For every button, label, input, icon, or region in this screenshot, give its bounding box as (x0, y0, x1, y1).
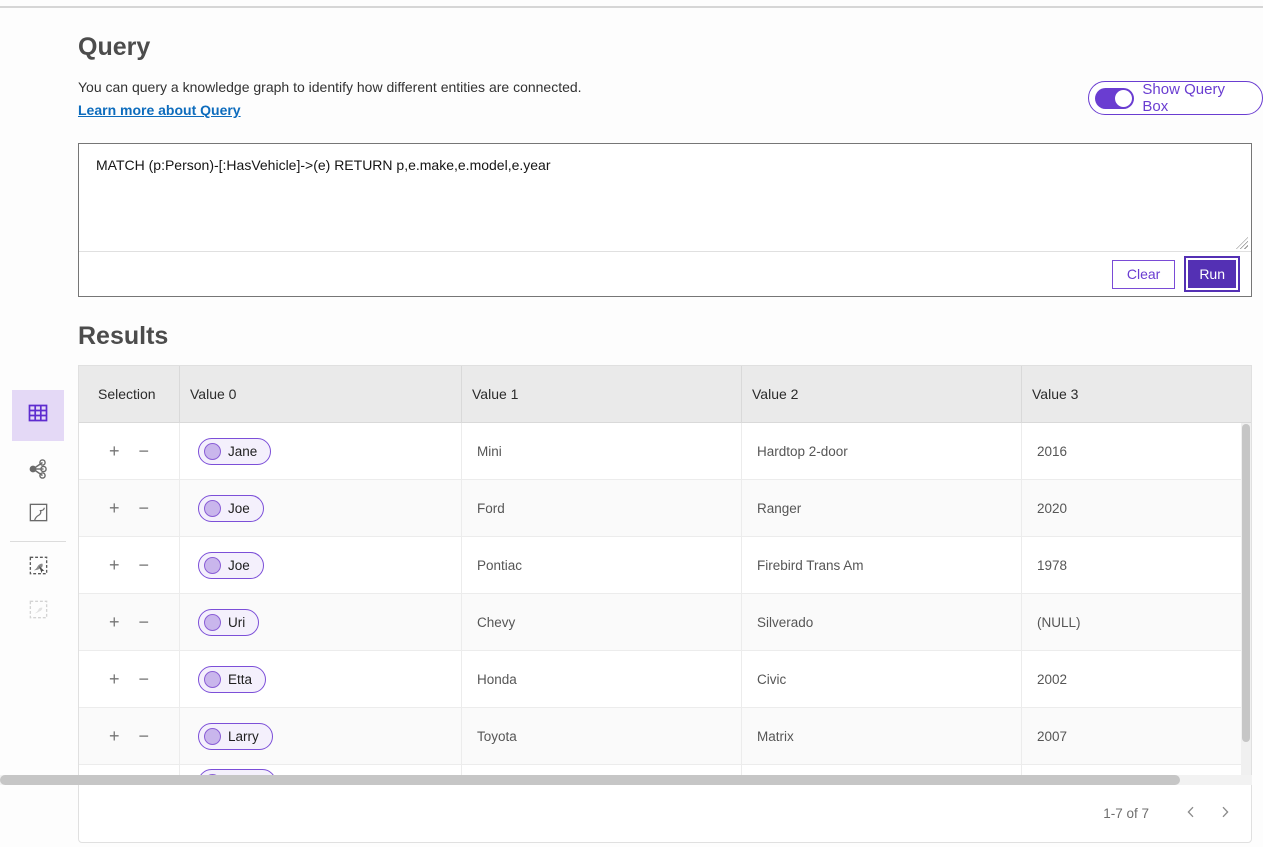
cell-value3: 2016 (1021, 423, 1251, 479)
cell-value3: 2007 (1021, 708, 1251, 764)
table-row: + − Jane Mini Hardtop 2-door 2016 (79, 423, 1251, 480)
link-chart-view-button[interactable] (12, 449, 64, 493)
entity-pill-label: Jane (228, 444, 257, 459)
cell-value1: Mini (461, 423, 741, 479)
table-row: + − Joe Ford Ranger 2020 (79, 480, 1251, 537)
query-footer: Clear Run (79, 252, 1251, 296)
remove-from-selection-button[interactable]: − (137, 611, 152, 633)
column-header: Value 0 (179, 366, 461, 422)
table-row: + − Larry Toyota Matrix 2007 (79, 708, 1251, 765)
table-view-button[interactable] (12, 390, 64, 441)
sidebar-divider (10, 541, 66, 542)
table-icon (26, 401, 50, 430)
cell-value1: Toyota (461, 708, 741, 764)
table-header-row: SelectionValue 0Value 1Value 2Value 3 (79, 366, 1251, 423)
entity-pill-label: Uri (228, 615, 245, 630)
selection-map-button[interactable] (12, 590, 64, 634)
query-box: MATCH (p:Person)-[:HasVehicle]->(e) RETU… (78, 143, 1252, 297)
vertical-scrollbar[interactable] (1241, 423, 1251, 776)
map-view-button[interactable] (12, 493, 64, 537)
chevron-left-icon (1183, 804, 1199, 823)
entity-pill-label: Joe (228, 501, 250, 516)
page-title: Query (78, 33, 150, 62)
cell-value2: Hardtop 2-door (741, 423, 1021, 479)
show-query-box-toggle[interactable]: Show Query Box (1088, 81, 1263, 115)
cell-value2: Ranger (741, 480, 1021, 536)
cell-value2: Silverado (741, 594, 1021, 650)
entity-pill[interactable]: Uri (198, 609, 259, 636)
cell-value1: Ford (461, 480, 741, 536)
chevron-right-icon (1217, 804, 1233, 823)
map-selection-icon (27, 554, 50, 582)
entity-pill[interactable]: Larry (198, 723, 273, 750)
add-to-selection-button[interactable]: + (107, 554, 122, 576)
cell-value1: Chevy (461, 594, 741, 650)
column-header: Selection (79, 366, 179, 422)
entity-dot-icon (204, 614, 221, 631)
entity-dot-icon (204, 557, 221, 574)
horizontal-scrollbar-thumb[interactable] (0, 775, 1180, 785)
add-to-selection-button[interactable]: + (107, 611, 122, 633)
add-to-selection-button[interactable]: + (107, 497, 122, 519)
partial-row (79, 765, 1251, 775)
entity-dot-icon (204, 443, 221, 460)
learn-more-link[interactable]: Learn more about Query (78, 102, 241, 118)
page-description: You can query a knowledge graph to ident… (78, 79, 582, 95)
cell-value3: 2002 (1021, 651, 1251, 707)
entity-pill[interactable]: Etta (198, 666, 266, 693)
add-to-selection-button[interactable]: + (107, 668, 122, 690)
cell-value1: Honda (461, 651, 741, 707)
remove-from-selection-button[interactable]: − (137, 440, 152, 462)
entity-dot-icon (204, 671, 221, 688)
top-divider (0, 6, 1263, 8)
selection-link-chart-button[interactable] (12, 546, 64, 590)
entity-pill-label: Joe (228, 558, 250, 573)
page-range-label: 1-7 of 7 (1103, 806, 1149, 821)
column-header: Value 1 (461, 366, 741, 422)
add-to-selection-button[interactable]: + (107, 725, 122, 747)
entity-dot-icon (204, 500, 221, 517)
add-to-selection-button[interactable]: + (107, 440, 122, 462)
table-body: + − Jane Mini Hardtop 2-door 2016 + − Jo… (79, 423, 1251, 765)
map-selection-disabled-icon (27, 598, 50, 626)
results-table-panel: SelectionValue 0Value 1Value 2Value 3 + … (78, 365, 1252, 843)
column-header: Value 2 (741, 366, 1021, 422)
cell-value3: 1978 (1021, 537, 1251, 593)
toggle-label: Show Query Box (1142, 81, 1248, 115)
clear-button[interactable]: Clear (1112, 260, 1175, 289)
query-input[interactable]: MATCH (p:Person)-[:HasVehicle]->(e) RETU… (79, 144, 1251, 252)
results-title: Results (78, 322, 168, 351)
previous-page-button[interactable] (1179, 801, 1203, 825)
toggle-switch-icon[interactable] (1095, 88, 1134, 109)
column-header: Value 3 (1021, 366, 1251, 422)
entity-pill[interactable]: Joe (198, 552, 264, 579)
entity-pill-label: Etta (228, 672, 252, 687)
entity-pill[interactable]: Joe (198, 495, 264, 522)
toggle-knob (1115, 90, 1132, 107)
vertical-scrollbar-thumb[interactable] (1242, 424, 1250, 742)
next-page-button[interactable] (1213, 801, 1237, 825)
pagination-bar: 1-7 of 7 (79, 784, 1251, 842)
remove-from-selection-button[interactable]: − (137, 497, 152, 519)
horizontal-scrollbar[interactable] (0, 775, 1252, 785)
table-row: + − Joe Pontiac Firebird Trans Am 1978 (79, 537, 1251, 594)
entity-pill[interactable]: Jane (198, 438, 271, 465)
remove-from-selection-button[interactable]: − (137, 725, 152, 747)
cell-value2: Firebird Trans Am (741, 537, 1021, 593)
remove-from-selection-button[interactable]: − (137, 554, 152, 576)
run-button[interactable]: Run (1184, 256, 1240, 292)
map-icon (27, 501, 50, 529)
remove-from-selection-button[interactable]: − (137, 668, 152, 690)
cell-value2: Matrix (741, 708, 1021, 764)
cell-value2: Civic (741, 651, 1021, 707)
table-row: + − Uri Chevy Silverado (NULL) (79, 594, 1251, 651)
view-toggle-sidebar (10, 390, 66, 634)
cell-value3: (NULL) (1021, 594, 1251, 650)
entity-dot-icon (204, 728, 221, 745)
cell-value3: 2020 (1021, 480, 1251, 536)
link-chart-icon (26, 457, 50, 486)
table-row: + − Etta Honda Civic 2002 (79, 651, 1251, 708)
entity-pill-label: Larry (228, 729, 259, 744)
cell-value1: Pontiac (461, 537, 741, 593)
